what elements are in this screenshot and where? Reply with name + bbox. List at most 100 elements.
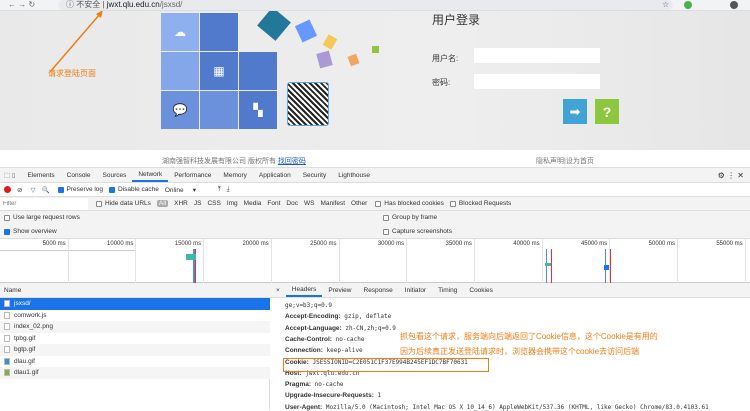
footer-right-links[interactable]: 隐私声明|设为首页: [536, 156, 594, 166]
filter-type-img[interactable]: Img: [227, 200, 238, 207]
network-settings: Use large request rows Group by frame Sh…: [0, 211, 750, 239]
filter-type-font[interactable]: Font: [267, 200, 280, 207]
detail-tab-preview[interactable]: Preview: [322, 283, 357, 297]
filter-type-css[interactable]: CSS: [207, 200, 220, 207]
request-bar: [186, 254, 196, 260]
nav-buttons-icon[interactable]: ← → ↻: [8, 0, 35, 10]
timeline-gridline: [745, 239, 746, 283]
detail-tab-response[interactable]: Response: [358, 283, 399, 297]
filter-type-manifest[interactable]: Manifest: [320, 200, 345, 207]
tab-security[interactable]: Security: [297, 168, 332, 182]
apps-grid-icon[interactable]: ▚: [239, 91, 277, 129]
cookie-highlight-box: [283, 358, 489, 372]
extension-icon[interactable]: [684, 1, 692, 9]
request-header-line: Pragma: no-cache: [285, 381, 344, 388]
tab-network[interactable]: Network: [132, 168, 168, 182]
filter-type-doc[interactable]: Doc: [286, 200, 298, 207]
chat-icon[interactable]: 💬: [161, 91, 199, 129]
detail-tabbar: × Headers Preview Response Initiator Tim…: [270, 283, 750, 298]
request-bar: [545, 263, 551, 266]
detail-tab-cookies[interactable]: Cookies: [463, 283, 498, 297]
record-icon[interactable]: [4, 186, 11, 193]
timeline-overview[interactable]: 5000 ms10000 ms15000 ms20000 ms25000 ms3…: [0, 239, 750, 283]
inspect-icon[interactable]: ⬚ ▯: [4, 171, 16, 179]
help-button[interactable]: ?: [595, 99, 619, 124]
timeline-gridline: [203, 239, 204, 283]
request-row[interactable]: bgtp.gif: [0, 344, 270, 356]
url-host: jwxt.qlu.edu.cn: [107, 0, 160, 9]
password-input[interactable]: [474, 74, 600, 89]
annotation-request-text: 请求登陆页面: [48, 68, 96, 79]
request-row[interactable]: dlau1.gif: [0, 367, 270, 379]
news-icon[interactable]: ▦: [200, 52, 238, 90]
download-icon[interactable]: ⤓: [227, 186, 230, 194]
search-icon[interactable]: 🔍: [41, 186, 49, 194]
close-icon[interactable]: ×: [276, 287, 280, 294]
copyright-text: 湖南强智科技发展有限公司 版权所有: [162, 158, 276, 165]
filter-type-other[interactable]: Other: [351, 200, 367, 207]
tile: [161, 52, 199, 90]
request-row[interactable]: jsxsd/: [0, 298, 270, 310]
tab-performance[interactable]: Performance: [168, 168, 217, 182]
filter-icon[interactable]: ▽: [30, 186, 35, 194]
timeline-tick-label: 35000 ms: [434, 241, 472, 247]
timeline-tick-label: 30000 ms: [366, 241, 404, 247]
filter-type-media[interactable]: Media: [244, 200, 262, 207]
devtools-tabbar: ⬚ ▯ Elements Console Sources Network Per…: [0, 168, 750, 183]
name-column-header[interactable]: Name: [0, 283, 270, 298]
decor-diamond: [348, 54, 360, 66]
header-name: Accept-Encoding:: [285, 313, 341, 320]
annotation-cookie-line-2: 因为后续真正发送登陆请求时，浏览器会携带这个cookie去访问后端: [400, 346, 639, 357]
request-name: bgtp.gif: [14, 346, 35, 353]
cloud-book-icon[interactable]: ☁: [161, 13, 199, 51]
timeline-gridline: [406, 239, 407, 283]
file-icon: [4, 323, 10, 330]
tab-console[interactable]: Console: [61, 168, 97, 182]
clear-icon[interactable]: ⊘: [17, 186, 22, 194]
username-input[interactable]: [474, 48, 600, 63]
profile-icon[interactable]: [730, 1, 738, 9]
request-row[interactable]: dlau.gif: [0, 356, 270, 368]
has-blocked-cookies-label: Has blocked cookies: [384, 200, 444, 207]
capture-screenshots-checkbox[interactable]: Capture screenshots: [383, 228, 452, 235]
filter-type-ws[interactable]: WS: [304, 200, 314, 207]
upload-icon[interactable]: ⤒: [218, 186, 221, 194]
tab-memory[interactable]: Memory: [217, 168, 252, 182]
star-icon[interactable]: ☆: [662, 0, 669, 10]
large-rows-checkbox[interactable]: Use large request rows: [4, 214, 80, 221]
username-label: 用户名:: [432, 53, 458, 64]
request-row[interactable]: tpbg.gif: [0, 333, 270, 345]
throttle-select[interactable]: Online ▾: [165, 186, 210, 194]
tab-sources[interactable]: Sources: [97, 168, 133, 182]
request-header-line: ge;v=b3;q=0.9: [285, 302, 332, 309]
hide-data-urls-checkbox[interactable]: Hide data URLs: [96, 200, 151, 207]
has-blocked-cookies-checkbox[interactable]: Has blocked cookies: [375, 200, 444, 207]
show-overview-checkbox[interactable]: Show overview: [4, 228, 57, 235]
request-row[interactable]: comwork.js: [0, 310, 270, 322]
login-submit-button[interactable]: ➡: [563, 99, 587, 124]
tab-elements[interactable]: Elements: [22, 168, 61, 182]
annotation-cookie-line-1: 抓包看这个请求，服务端向后端返回了Cookie信息，这个Cookie是有用的: [400, 331, 658, 342]
detail-tab-headers[interactable]: Headers: [286, 283, 323, 297]
request-row[interactable]: index_02.png: [0, 321, 270, 333]
request-header-line: Connection: keep-alive: [285, 347, 363, 354]
tab-lighthouse[interactable]: Lighthouse: [332, 168, 376, 182]
preserve-log-checkbox[interactable]: Preserve log: [58, 186, 104, 193]
tab-application[interactable]: Application: [253, 168, 297, 182]
gear-icon[interactable]: ⚙ ⋮ ✕: [718, 171, 744, 180]
group-by-frame-label: Group by frame: [392, 214, 437, 221]
filter-type-all[interactable]: All: [157, 200, 168, 207]
detail-tab-timing[interactable]: Timing: [432, 283, 463, 297]
file-icon: [4, 312, 10, 319]
devtools-panel: ⬚ ▯ Elements Console Sources Network Per…: [0, 168, 750, 410]
group-by-frame-checkbox[interactable]: Group by frame: [383, 214, 437, 221]
filter-input[interactable]: [0, 198, 88, 210]
address-bar[interactable]: ⓘ 不安全 | jwxt.qlu.edu.cn/jsxsd/: [58, 0, 673, 10]
request-name: dlau1.gif: [14, 369, 39, 376]
filter-type-js[interactable]: JS: [194, 200, 202, 207]
filter-type-xhr[interactable]: XHR: [174, 200, 188, 207]
blocked-requests-checkbox[interactable]: Blocked Requests: [450, 200, 511, 207]
disable-cache-checkbox[interactable]: Disable cache: [109, 186, 159, 193]
recover-password-link[interactable]: 找回密码: [278, 158, 306, 165]
detail-tab-initiator[interactable]: Initiator: [399, 283, 432, 297]
